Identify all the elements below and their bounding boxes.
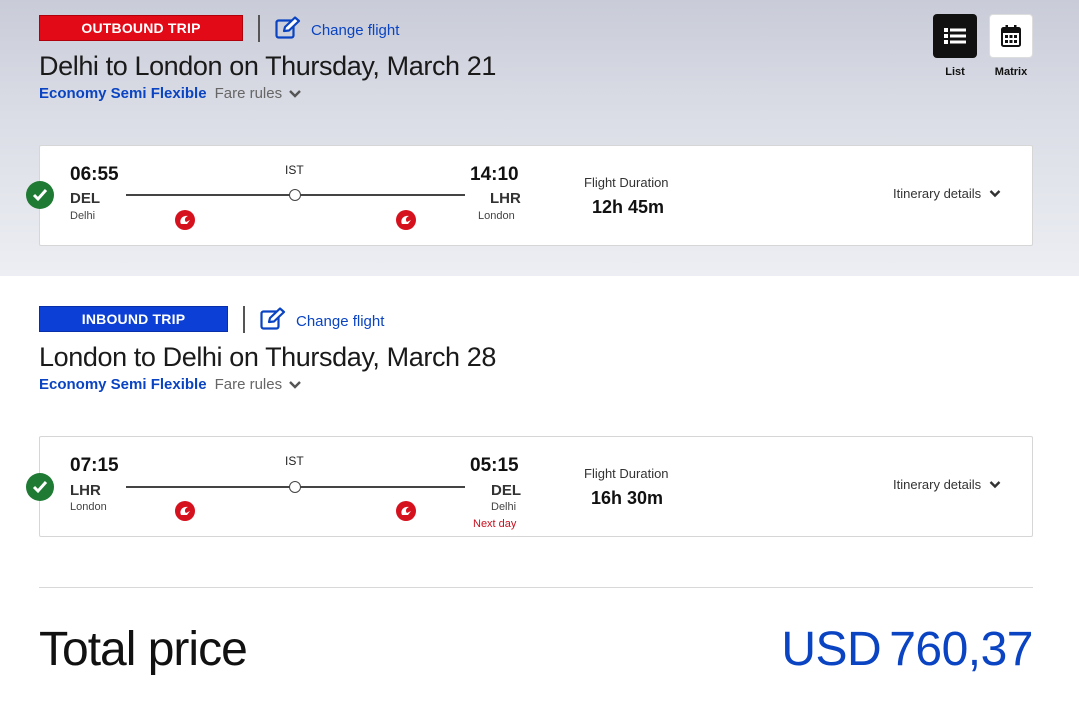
selected-check-icon <box>26 473 54 501</box>
departure-city: London <box>70 501 107 513</box>
outbound-change-flight-link[interactable]: Change flight <box>275 16 399 44</box>
airline-logo-icon <box>396 210 416 230</box>
matrix-button[interactable] <box>989 14 1033 58</box>
divider <box>39 587 1033 588</box>
chevron-down-icon <box>289 380 301 389</box>
calendar-icon <box>1001 25 1021 47</box>
departure-city: Delhi <box>70 210 96 222</box>
chevron-down-icon <box>989 190 1001 198</box>
inbound-fare-line: Economy Semi Flexible Fare rules <box>39 376 302 393</box>
currency: USD <box>781 623 882 676</box>
amount: 760,37 <box>889 623 1033 676</box>
inbound-change-flight-link[interactable]: Change flight <box>260 307 384 335</box>
airline-logo-icon <box>175 501 195 521</box>
separator <box>258 15 260 42</box>
duration-value: 12h 45m <box>592 197 665 217</box>
arrival-time: 14:10 <box>470 164 519 185</box>
duration-label: Flight Duration <box>584 466 669 481</box>
departure-time: 06:55 <box>70 164 119 185</box>
edit-icon <box>275 16 301 44</box>
arrival-city: London <box>478 210 515 222</box>
inbound-trip-badge: INBOUND TRIP <box>39 306 228 332</box>
outbound-route-title: Delhi to London on Thursday, March 21 <box>39 51 496 81</box>
arrival-code: DEL <box>491 482 521 499</box>
separator <box>243 306 245 333</box>
list-view-toggle[interactable]: List <box>933 14 977 78</box>
inbound-route-title: London to Delhi on Thursday, March 28 <box>39 342 496 372</box>
outbound-fare-rules-toggle[interactable]: Fare rules <box>215 85 303 102</box>
airline-logo-icon <box>396 501 416 521</box>
arrival-time: 05:15 <box>470 455 519 476</box>
duration-label: Flight Duration <box>584 175 669 190</box>
departure-code: LHR <box>70 482 101 499</box>
fare-class: Economy Semi Flexible <box>39 376 207 393</box>
departure-code: DEL <box>70 190 100 207</box>
arrival-code: LHR <box>490 190 521 207</box>
total-price-value: USD 760,37 <box>781 622 1033 677</box>
total-price-label: Total price <box>39 623 248 676</box>
departure-time: 07:15 <box>70 455 119 476</box>
change-flight-label: Change flight <box>311 21 400 39</box>
stopover-code: IST <box>285 454 304 468</box>
edit-icon <box>260 307 286 335</box>
fare-rules-label: Fare rules <box>214 376 283 393</box>
arrival-city: Delhi <box>491 501 517 513</box>
chevron-down-icon <box>289 89 301 98</box>
itinerary-details-label: Itinerary details <box>893 477 982 492</box>
change-flight-label: Change flight <box>296 312 385 330</box>
fare-class: Economy Semi Flexible <box>39 85 207 102</box>
list-label: List <box>945 66 965 78</box>
stopover-dot <box>289 481 301 493</box>
stopover-code: IST <box>285 163 304 177</box>
matrix-view-toggle[interactable]: Matrix <box>989 14 1033 78</box>
matrix-label: Matrix <box>994 66 1028 78</box>
duration-value: 16h 30m <box>591 488 664 508</box>
next-day-note: Next day <box>473 518 517 530</box>
outbound-itinerary-details-toggle[interactable]: Itinerary details <box>893 186 1001 201</box>
selected-check-icon <box>26 181 54 209</box>
list-button[interactable] <box>933 14 977 58</box>
list-icon <box>944 28 966 44</box>
fare-rules-label: Fare rules <box>214 85 283 102</box>
stopover-dot <box>289 189 301 201</box>
inbound-fare-rules-toggle[interactable]: Fare rules <box>215 376 303 393</box>
airline-logo-icon <box>175 210 195 230</box>
inbound-itinerary-details-toggle[interactable]: Itinerary details <box>893 477 1001 492</box>
outbound-fare-line: Economy Semi Flexible Fare rules <box>39 85 302 102</box>
outbound-trip-badge: OUTBOUND TRIP <box>39 15 243 41</box>
itinerary-details-label: Itinerary details <box>893 186 982 201</box>
chevron-down-icon <box>989 481 1001 489</box>
page: OUTBOUND TRIP Change flight Delhi to Lon… <box>0 0 1079 718</box>
